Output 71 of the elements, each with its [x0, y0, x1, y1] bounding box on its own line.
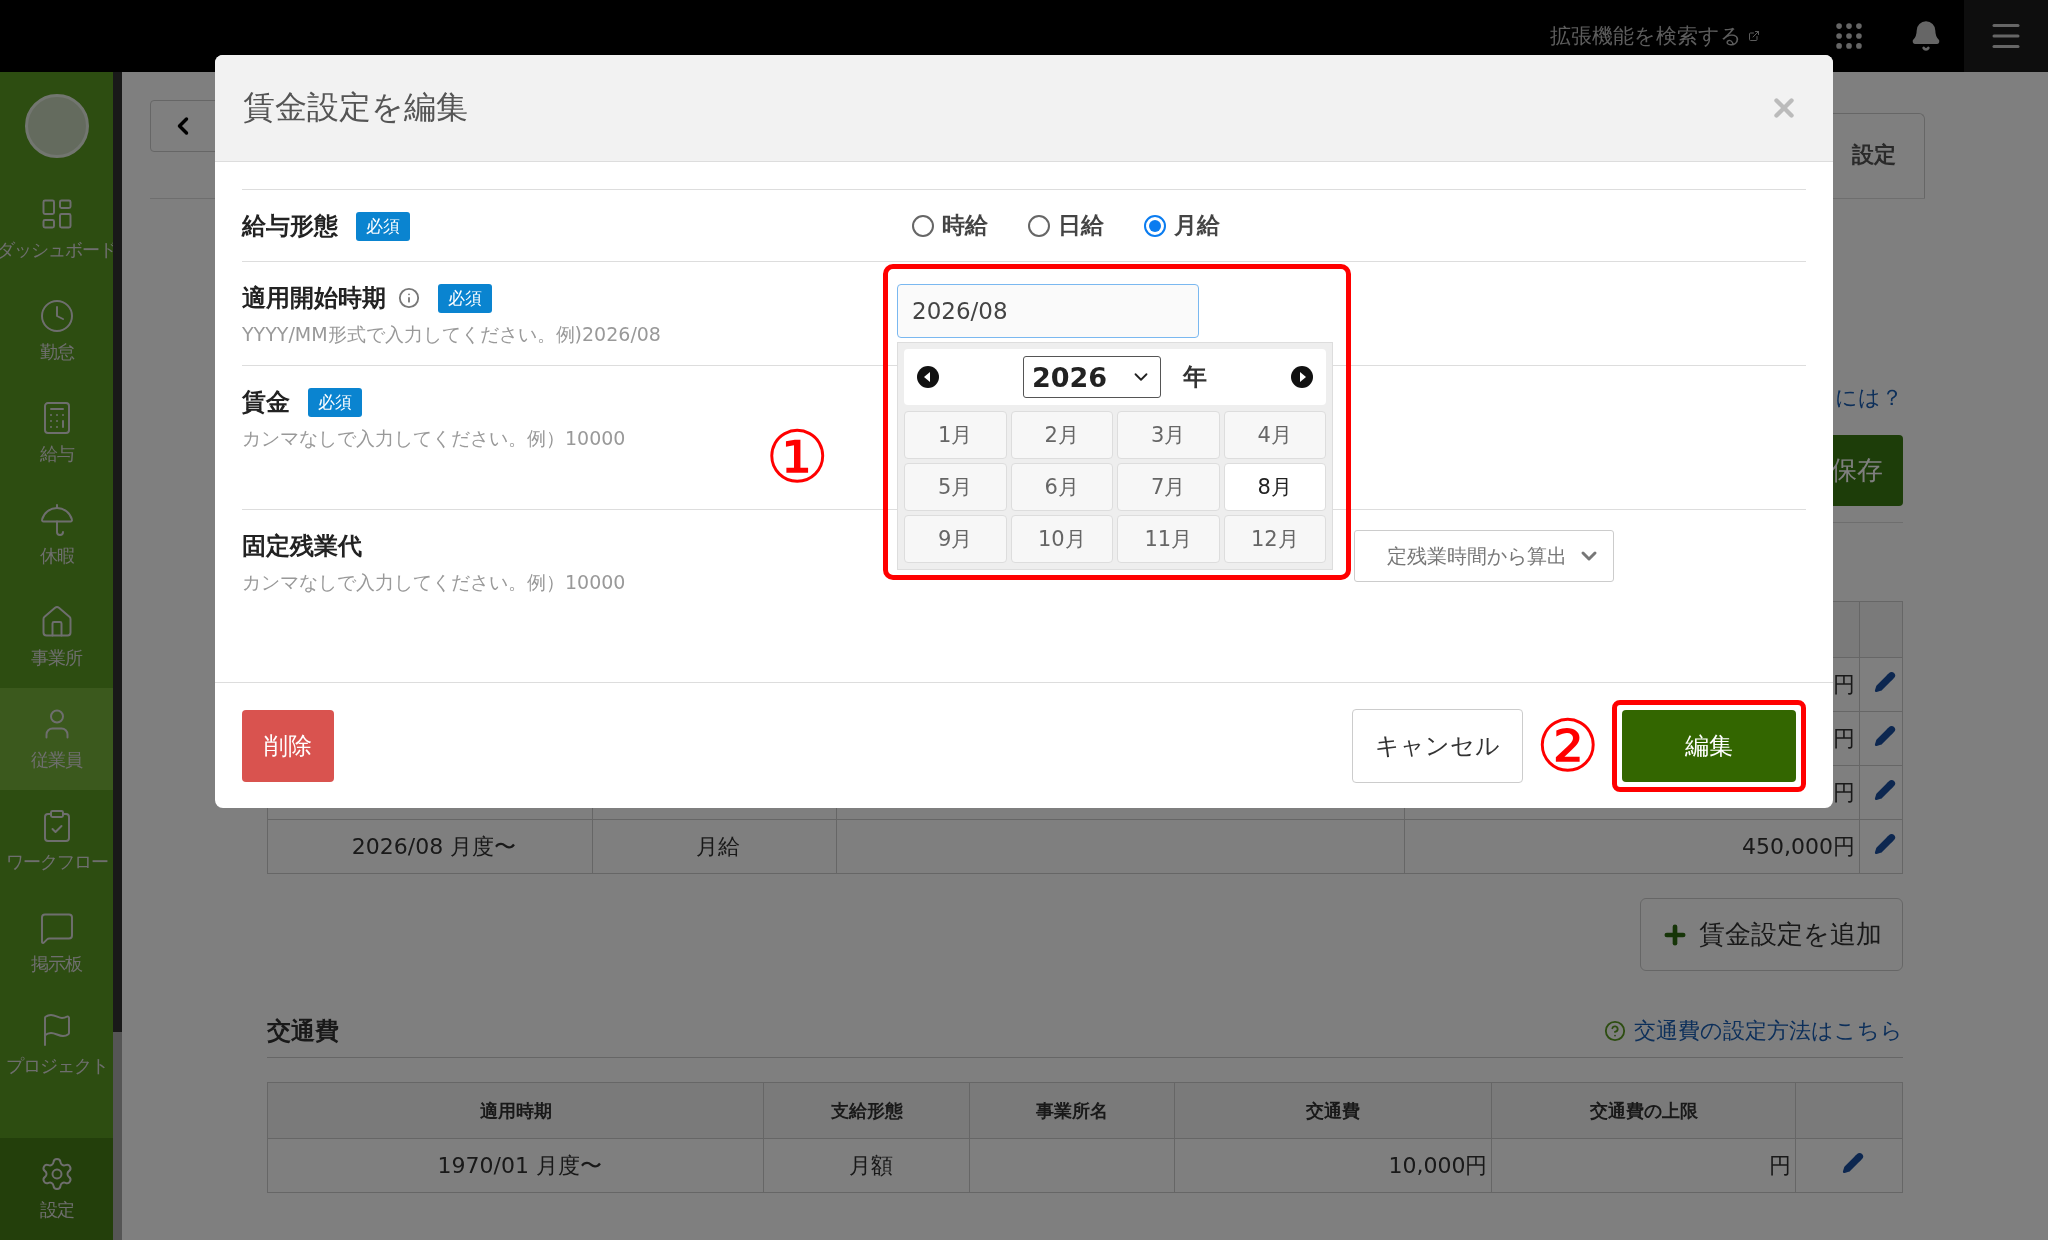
table-cell: 10,000円 — [1388, 1152, 1488, 1178]
next-icon — [1290, 365, 1314, 389]
required-badge: 必須 — [438, 283, 492, 313]
column-header: 事業所名 — [1035, 1099, 1108, 1121]
month-button[interactable]: 3月 — [1117, 411, 1220, 459]
step-marker: ② — [1535, 709, 1600, 782]
pencil-icon[interactable] — [1874, 833, 1896, 855]
month-button[interactable]: 5月 — [904, 463, 1007, 511]
month-input[interactable]: 2026/08 — [897, 284, 1199, 338]
month-button[interactable]: 8月 — [1223, 463, 1326, 511]
month-button[interactable]: 1月 — [904, 411, 1007, 459]
menu-button[interactable] — [1964, 0, 2048, 72]
month-button[interactable]: 4月 — [1223, 411, 1326, 459]
previous-icon — [916, 365, 940, 389]
next-year-button[interactable] — [1290, 365, 1314, 389]
external-link-icon — [1748, 30, 1760, 42]
field-label: 賃金 — [242, 387, 290, 418]
pencil-icon[interactable] — [1874, 725, 1896, 747]
column-header: 交通費 — [1306, 1099, 1361, 1121]
scrollbar-thumb[interactable] — [113, 72, 122, 1032]
month-button[interactable]: 11月 — [1117, 515, 1220, 563]
radio-option[interactable]: 日給 — [1028, 210, 1104, 241]
column-header: 交通費の上限 — [1589, 1099, 1698, 1121]
previous-year-button[interactable] — [916, 365, 940, 389]
table-cell: 円 — [1832, 671, 1855, 697]
pencil-icon[interactable] — [1874, 671, 1896, 693]
field-hint: カンマなしで入力してください。例）10000 — [242, 570, 627, 595]
table-cell: 450,000円 — [1742, 833, 1855, 859]
table-cell: 月給 — [696, 833, 741, 859]
required-badge: 必須 — [308, 387, 362, 417]
table-cell: 円 — [1832, 779, 1855, 805]
table-cell: 円 — [1769, 1152, 1792, 1178]
field-hint: YYYY/MM形式で入力してください。例)2026/08 — [242, 322, 662, 347]
table-cell: 2026/08 月度〜 — [351, 833, 517, 859]
clock-icon — [38, 298, 75, 334]
month-button[interactable]: 7月 — [1117, 463, 1220, 511]
month-button[interactable]: 2月 — [1010, 411, 1113, 459]
umbrella-icon — [38, 502, 75, 538]
help-link[interactable]: には？ — [1835, 383, 1903, 413]
month-button[interactable]: 9月 — [904, 515, 1007, 563]
table-cell: 月額 — [848, 1152, 893, 1178]
delete-button[interactable]: 削除 — [242, 709, 334, 782]
year-suffix: 年 — [1183, 362, 1207, 393]
dialog-title: 賃金設定を編集 — [243, 87, 468, 128]
column-header: 適用時期 — [479, 1099, 552, 1121]
radio-option[interactable]: 月給 — [1144, 210, 1220, 241]
field-label: 給与形態 — [242, 211, 338, 242]
bell-icon[interactable] — [1910, 20, 1942, 52]
required-badge: 必須 — [356, 211, 410, 241]
month-button[interactable]: 10月 — [1010, 515, 1113, 563]
section-title: 交通費 — [267, 1016, 339, 1047]
help-link[interactable]: 交通費の設定方法はこちら — [1604, 1016, 1903, 1046]
radio-option[interactable]: 時給 — [912, 210, 988, 241]
table-cell: 1970/01 月度〜 — [437, 1152, 602, 1178]
month-button[interactable]: 12月 — [1223, 515, 1326, 563]
calculation-select[interactable]: 定残業時間から算出 — [1354, 530, 1614, 582]
year-select[interactable]: 2026 — [1023, 356, 1161, 398]
extension-search-link[interactable]: 拡張機能を検索する — [1550, 22, 1760, 50]
step-marker: ① — [765, 421, 830, 493]
add-wage-button[interactable]: 賃金設定を追加 — [1640, 898, 1903, 971]
column-header: 支給形態 — [830, 1099, 903, 1121]
submit-button[interactable]: 編集 — [1622, 709, 1796, 782]
pencil-icon[interactable] — [1874, 779, 1896, 801]
cancel-button[interactable]: キャンセル — [1352, 708, 1524, 783]
field-label: 固定残業代 — [242, 531, 362, 562]
month-button[interactable]: 6月 — [1010, 463, 1113, 511]
field-hint: カンマなしで入力してください。例）10000 — [242, 426, 627, 451]
pencil-icon[interactable] — [1842, 1152, 1865, 1174]
help-icon — [1604, 1020, 1626, 1042]
field-label: 適用開始時期 — [242, 283, 386, 314]
table-cell: 円 — [1832, 725, 1855, 751]
